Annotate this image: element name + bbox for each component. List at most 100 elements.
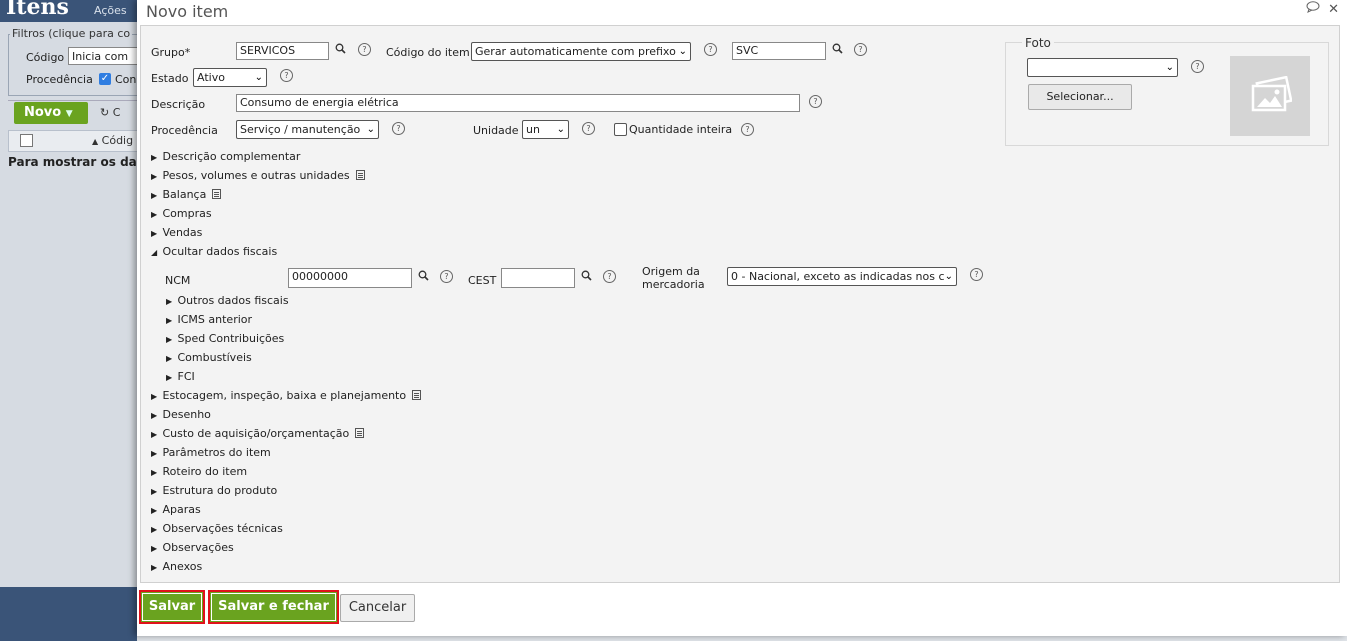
section-toggle[interactable]: ▶ Combustíveis bbox=[166, 351, 252, 364]
document-icon[interactable] bbox=[355, 170, 365, 180]
section-toggle[interactable]: ▶ Observações bbox=[151, 541, 234, 554]
refresh-button[interactable]: ↻ C bbox=[100, 106, 120, 119]
codigo-item-help-icon[interactable]: ? bbox=[704, 43, 717, 56]
section-label: Outros dados fiscais bbox=[177, 294, 289, 307]
section-toggle[interactable]: ▶ Aparas bbox=[151, 503, 201, 516]
triangle-right-icon: ▶ bbox=[151, 392, 158, 401]
prefixo-search-icon[interactable] bbox=[832, 43, 843, 57]
procedencia-checkbox[interactable]: ✓ bbox=[99, 73, 111, 85]
section-label: Desenho bbox=[162, 408, 211, 421]
grupo-label: Grupo* bbox=[151, 46, 191, 59]
section-toggle[interactable]: ▶ FCI bbox=[166, 370, 195, 383]
section-toggle[interactable]: ▶ ICMS anterior bbox=[166, 313, 252, 326]
cest-help-icon[interactable]: ? bbox=[603, 270, 616, 283]
ncm-label: NCM bbox=[165, 274, 191, 287]
procedencia-select[interactable]: Serviço / manutenção ⌄ bbox=[236, 120, 379, 139]
grupo-help-icon[interactable]: ? bbox=[358, 43, 371, 56]
section-toggle[interactable]: ▶ Observações técnicas bbox=[151, 522, 283, 535]
section-toggle[interactable]: ▶ Desenho bbox=[151, 408, 211, 421]
section-toggle[interactable]: ▶ Parâmetros do item bbox=[151, 446, 271, 459]
triangle-right-icon: ▶ bbox=[166, 297, 173, 306]
section-toggle[interactable]: ▶ Anexos bbox=[151, 560, 202, 573]
triangle-right-icon: ▶ bbox=[151, 563, 158, 572]
section-label: Estocagem, inspeção, baixa e planejament… bbox=[162, 389, 407, 402]
dialog-content: Grupo* SERVICOS ? Código do item Gerar a… bbox=[140, 25, 1340, 583]
novo-button[interactable]: Novo ▼ bbox=[14, 102, 88, 124]
triangle-right-icon: ▶ bbox=[151, 172, 158, 181]
col-codigo-label: Códig bbox=[101, 134, 134, 147]
origem-select[interactable]: 0 - Nacional, exceto as indicadas nos c ⌄ bbox=[727, 267, 957, 286]
codigo-filter-select[interactable]: Inicia com bbox=[68, 47, 137, 65]
dropdown-arrow-icon: ▼ bbox=[65, 109, 73, 119]
grupo-input[interactable]: SERVICOS bbox=[236, 42, 329, 60]
cest-search-icon[interactable] bbox=[581, 270, 592, 284]
quantidade-help-icon[interactable]: ? bbox=[741, 123, 754, 136]
prefixo-input[interactable]: SVC bbox=[732, 42, 826, 60]
codigo-item-select[interactable]: Gerar automaticamente com prefixo ⌄ bbox=[471, 42, 691, 61]
section-toggle[interactable]: ▶ Balança bbox=[151, 188, 222, 201]
section-toggle[interactable]: ▶ Estrutura do produto bbox=[151, 484, 277, 497]
foto-help-icon[interactable]: ? bbox=[1191, 60, 1204, 73]
procedencia-label: Procedência bbox=[151, 124, 218, 137]
codigo-item-select-value: Gerar automaticamente com prefixo bbox=[475, 45, 676, 58]
chevron-down-icon: ⌄ bbox=[366, 124, 375, 135]
salvar-e-fechar-button[interactable]: Salvar e fechar bbox=[208, 590, 339, 624]
section-label: Compras bbox=[162, 207, 212, 220]
image-placeholder-icon bbox=[1251, 76, 1292, 112]
selecionar-foto-button[interactable]: Selecionar... bbox=[1028, 84, 1132, 110]
section-toggle[interactable]: ▶ Sped Contribuições bbox=[166, 332, 284, 345]
section-toggle[interactable]: ▶ Compras bbox=[151, 207, 212, 220]
triangle-right-icon: ▶ bbox=[151, 449, 158, 458]
document-icon[interactable] bbox=[412, 390, 422, 400]
section-label: Observações bbox=[162, 541, 234, 554]
filtros-legend[interactable]: Filtros (clique para co bbox=[10, 27, 133, 40]
estado-select-value: Ativo bbox=[197, 71, 225, 84]
ocultar-dados-fiscais-toggle[interactable]: ◢ Ocultar dados fiscais bbox=[151, 245, 277, 258]
chevron-down-icon: ⌄ bbox=[944, 271, 953, 282]
chevron-down-icon: ⌄ bbox=[254, 72, 263, 83]
unidade-select-value: un bbox=[526, 123, 540, 136]
triangle-right-icon: ▶ bbox=[166, 316, 173, 325]
document-icon[interactable] bbox=[212, 189, 222, 199]
chevron-down-icon: ⌄ bbox=[678, 46, 687, 57]
triangle-down-icon: ◢ bbox=[151, 248, 158, 257]
ncm-search-icon[interactable] bbox=[418, 270, 429, 284]
ncm-help-icon[interactable]: ? bbox=[440, 270, 453, 283]
triangle-right-icon: ▶ bbox=[166, 354, 173, 363]
chevron-down-icon: ⌄ bbox=[1165, 62, 1174, 73]
triangle-right-icon: ▶ bbox=[166, 373, 173, 382]
quantidade-inteira-checkbox[interactable] bbox=[614, 123, 627, 136]
section-toggle[interactable]: ▶ Pesos, volumes e outras unidades bbox=[151, 169, 365, 182]
procedencia-help-icon[interactable]: ? bbox=[392, 122, 405, 135]
document-icon[interactable] bbox=[355, 428, 365, 438]
salvar-button[interactable]: Salvar bbox=[139, 590, 205, 624]
triangle-right-icon: ▶ bbox=[166, 335, 173, 344]
estado-select[interactable]: Ativo ⌄ bbox=[193, 68, 267, 87]
section-toggle[interactable]: ▶ Outros dados fiscais bbox=[166, 294, 289, 307]
section-toggle[interactable]: ▶ Descrição complementar bbox=[151, 150, 300, 163]
grupo-search-icon[interactable] bbox=[335, 43, 346, 57]
descricao-help-icon[interactable]: ? bbox=[809, 95, 822, 108]
ncm-input[interactable]: 00000000 bbox=[288, 268, 412, 288]
section-toggle[interactable]: ▶ Vendas bbox=[151, 226, 202, 239]
descricao-input[interactable]: Consumo de energia elétrica bbox=[236, 94, 800, 112]
cest-input[interactable] bbox=[501, 268, 575, 288]
acoes-menu[interactable]: Ações bbox=[94, 4, 127, 17]
quantidade-inteira-label: Quantidade inteira bbox=[629, 123, 733, 136]
col-codigo-header[interactable]: ▲ Códig bbox=[92, 134, 133, 147]
estado-help-icon[interactable]: ? bbox=[280, 69, 293, 82]
unidade-help-icon[interactable]: ? bbox=[582, 122, 595, 135]
unidade-select[interactable]: un ⌄ bbox=[522, 120, 569, 139]
section-toggle[interactable]: ▶ Estocagem, inspeção, baixa e planejame… bbox=[151, 389, 422, 402]
cancelar-button[interactable]: Cancelar bbox=[340, 594, 415, 622]
section-toggle[interactable]: ▶ Custo de aquisição/orçamentação bbox=[151, 427, 365, 440]
section-toggle[interactable]: ▶ Roteiro do item bbox=[151, 465, 247, 478]
close-icon[interactable]: ✕ bbox=[1328, 2, 1339, 17]
prefixo-help-icon[interactable]: ? bbox=[854, 43, 867, 56]
foto-select[interactable]: ⌄ bbox=[1027, 58, 1178, 77]
select-all-checkbox[interactable] bbox=[20, 134, 33, 147]
procedencia-select-value: Serviço / manutenção bbox=[240, 123, 361, 136]
chat-icon[interactable] bbox=[1306, 1, 1324, 17]
procedencia-filter-label: Procedência bbox=[26, 73, 93, 86]
origem-help-icon[interactable]: ? bbox=[970, 268, 983, 281]
